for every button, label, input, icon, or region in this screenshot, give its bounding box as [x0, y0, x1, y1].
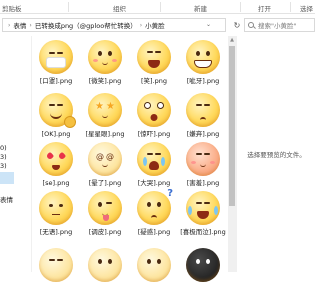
- scrollbar-thumb[interactable]: [229, 46, 235, 206]
- file-item[interactable]: [无语].png: [32, 191, 80, 236]
- file-name: [嫌弃].png: [186, 130, 220, 138]
- file-name: [笑].png: [140, 77, 167, 85]
- file-name: [口罩].png: [39, 77, 73, 85]
- ribbon-group-organize: 组织: [113, 5, 126, 13]
- emoji-tears-of-joy-thumbnail: [186, 191, 220, 225]
- emoji-star-eyes-thumbnail: ★ ★: [88, 93, 122, 127]
- ribbon-group-select: 选择: [300, 5, 313, 13]
- emoji-thumbnail: [137, 248, 171, 282]
- emoji-thumbnail: [39, 248, 73, 282]
- search-icon: [248, 22, 254, 28]
- emoji-laugh-thumbnail: [137, 40, 171, 74]
- file-item[interactable]: [嫌弃].png: [179, 93, 227, 138]
- ribbon-group-clipboard: 剪贴板: [2, 5, 22, 13]
- nav-item-fragment[interactable]: 3): [0, 153, 7, 161]
- nav-item-fragment[interactable]: 3): [0, 162, 7, 170]
- emoji-naughty-thumbnail: [88, 191, 122, 225]
- preview-placeholder-text: 选择要预览的文件。: [247, 151, 306, 159]
- emoji-grin-thumbnail: [186, 40, 220, 74]
- emoji-thumbnail: [186, 248, 220, 282]
- file-name: [OK].png: [41, 130, 71, 138]
- search-input[interactable]: 搜索"小黄脸": [258, 20, 296, 30]
- emoji-thumbnail: [88, 248, 122, 282]
- file-item[interactable]: [81, 248, 129, 282]
- emoji-confused-thumbnail: ?: [137, 188, 173, 225]
- file-item[interactable]: ★ ★ [星星眼].png: [81, 93, 129, 138]
- ribbon-divider: [240, 2, 241, 12]
- emoji-disgust-thumbnail: [186, 93, 220, 127]
- file-item[interactable]: [OK].png: [32, 93, 80, 138]
- emoji-shock-thumbnail: [137, 93, 171, 127]
- ribbon-group-open: 打开: [258, 5, 271, 13]
- scroll-up-arrow-icon[interactable]: ▲: [228, 36, 236, 44]
- file-name: [调皮].png: [88, 228, 122, 236]
- file-item[interactable]: [32, 248, 80, 282]
- file-item[interactable]: [se].png: [32, 142, 80, 187]
- breadcrumb-chevron-icon[interactable]: ›: [29, 22, 31, 29]
- file-name: [惊吓].png: [137, 130, 171, 138]
- file-name: [大哭].png: [137, 179, 171, 187]
- file-item[interactable]: [喜极而泣].png: [179, 191, 227, 236]
- file-name: [疑惑].png: [137, 228, 171, 236]
- ribbon-divider: [290, 2, 291, 12]
- file-name: [晕了].png: [88, 179, 122, 187]
- ribbon-divider: [160, 2, 161, 12]
- address-history-chevron-down-icon[interactable]: ⌄: [206, 21, 211, 28]
- file-name: [无语].png: [39, 228, 73, 236]
- breadcrumb-item-converted[interactable]: 已转换成png（@gploo帮忙转换）: [35, 20, 137, 30]
- file-name: [呲牙].png: [186, 77, 220, 85]
- file-name: [微笑].png: [88, 77, 122, 85]
- file-item[interactable]: [害羞].png: [179, 142, 227, 187]
- nav-item-selected[interactable]: [0, 172, 14, 184]
- file-name: [喜极而泣].png: [180, 228, 226, 236]
- file-item[interactable]: [微笑].png: [81, 40, 129, 85]
- file-item[interactable]: ? [疑惑].png: [130, 188, 178, 236]
- file-grid: [口罩].png [微笑].png [笑].png [呲牙].png [OK].…: [32, 40, 228, 282]
- preview-pane: 选择要预览的文件。: [236, 36, 315, 272]
- nav-item-fragment[interactable]: 0): [0, 144, 7, 152]
- file-item[interactable]: [笑].png: [130, 40, 178, 85]
- breadcrumb-root-chevron-icon[interactable]: ›: [8, 22, 10, 29]
- file-item[interactable]: [大哭].png: [130, 142, 178, 187]
- ribbon-group-new: 新建: [194, 5, 207, 13]
- file-item[interactable]: [口罩].png: [32, 40, 80, 85]
- emoji-shy-thumbnail: [186, 142, 220, 176]
- search-box[interactable]: 搜索"小黄脸": [244, 18, 315, 32]
- file-name: [害羞].png: [186, 179, 220, 187]
- emoji-ok-thumbnail: [39, 93, 76, 128]
- breadcrumb-chevron-icon[interactable]: ›: [140, 22, 142, 29]
- emoji-cry-thumbnail: [137, 142, 171, 176]
- file-item[interactable]: [呲牙].png: [179, 40, 227, 85]
- emoji-heart-eyes-thumbnail: [39, 142, 73, 176]
- emoji-mask-thumbnail: [39, 40, 73, 74]
- nav-item-emoji-folder[interactable]: 表情: [0, 194, 13, 204]
- file-item[interactable]: [惊吓].png: [130, 93, 178, 138]
- file-name: [se].png: [42, 179, 70, 187]
- breadcrumb-item-current[interactable]: 小黄脸: [145, 20, 165, 30]
- file-item[interactable]: [130, 248, 178, 282]
- vertical-scrollbar[interactable]: ▲: [228, 36, 236, 272]
- file-name: [星星眼].png: [85, 130, 125, 138]
- ribbon-divider: [68, 2, 69, 12]
- file-item[interactable]: [调皮].png: [81, 191, 129, 236]
- breadcrumb-item-emoji[interactable]: 表情: [13, 20, 26, 30]
- emoji-speechless-thumbnail: [39, 191, 73, 225]
- file-item[interactable]: @ @ [晕了].png: [81, 142, 129, 187]
- address-bar[interactable]: › 表情 › 已转换成png（@gploo帮忙转换） › 小黄脸 ⌄: [2, 18, 226, 32]
- refresh-icon[interactable]: ↻: [231, 18, 243, 32]
- emoji-smile-thumbnail: [88, 40, 122, 74]
- file-item[interactable]: [179, 248, 227, 282]
- navigation-bar: › 表情 › 已转换成png（@gploo帮忙转换） › 小黄脸 ⌄ ↻ 搜索"…: [0, 14, 315, 36]
- emoji-dizzy-thumbnail: @ @: [88, 142, 122, 176]
- navigation-pane: 0) 3) 3) 表情: [0, 36, 31, 272]
- ribbon: 剪贴板 组织 新建 打开 选择: [0, 0, 315, 14]
